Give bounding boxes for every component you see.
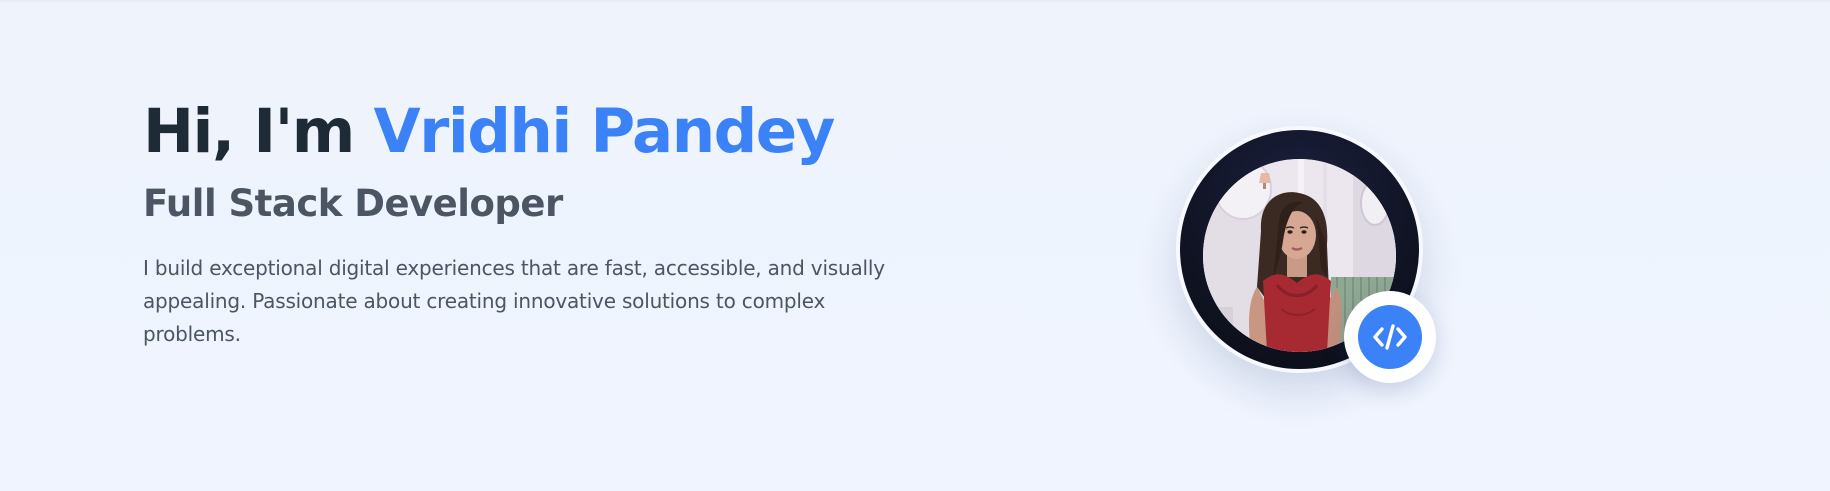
code-icon [1358,305,1422,369]
developer-role: Full Stack Developer [143,182,563,225]
code-badge [1344,291,1436,383]
hero-section: Hi, I'm Vridhi Pandey Full Stack Develop… [0,0,1830,491]
greeting-prefix: Hi, I'm [143,96,374,167]
developer-bio: I build exceptional digital experiences … [143,256,885,346]
avatar [1176,126,1436,383]
hero-heading: Hi, I'm Vridhi Pandey [143,90,943,174]
developer-name: Vridhi Pandey [373,96,836,167]
hero-intro: Hi, I'm Vridhi Pandey Full Stack Develop… [143,90,943,351]
